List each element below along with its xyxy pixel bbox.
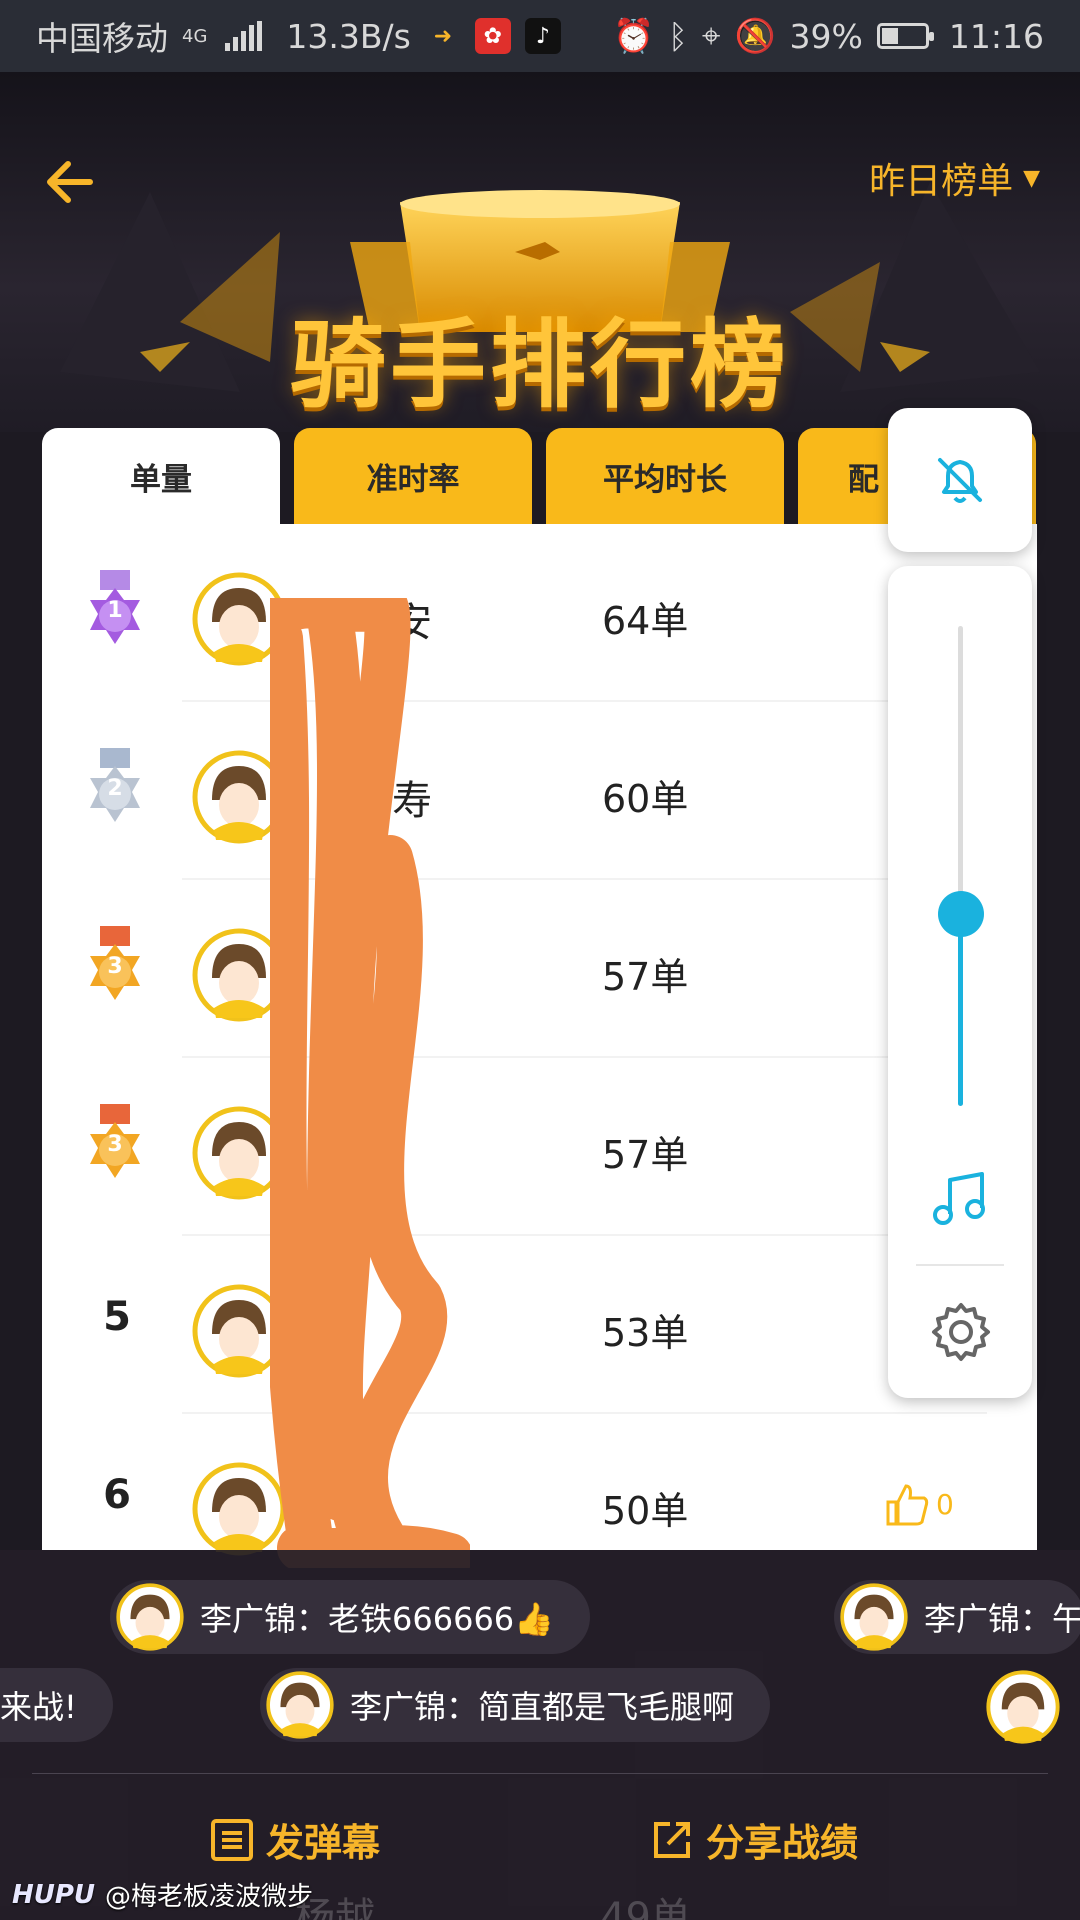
tab-average-duration[interactable]: 平均时长 [546,428,784,524]
danmaku-bubble: 李广锦：老铁666666👍 [110,1580,591,1654]
rank-number: 3 [107,954,123,979]
rank-number: 5 [103,1294,131,1340]
gear-icon[interactable] [928,1299,994,1365]
rider-avatar [192,928,286,1022]
carrier-label: 中国移动 [36,19,168,58]
rider-name: 安 [392,600,432,646]
bottom-divider [32,1773,1048,1774]
rank-number: 2 [107,776,123,801]
music-note-icon[interactable] [928,1166,994,1232]
media-control-panel [888,566,1032,1398]
volume-slider[interactable] [937,626,984,1106]
danmaku-bubble: 李广锦：午 [834,1580,1080,1654]
user-avatar [116,1583,184,1651]
order-count: 57单 [602,1133,689,1177]
page-title: 骑手排行榜 [290,309,790,421]
danmaku-text: 来战! [0,1688,77,1726]
rider-avatar [192,1284,286,1378]
watermark-text: @梅老板凌波微步 [105,1882,314,1912]
danmaku-text: 李广锦：简直都是飞毛腿啊 [350,1688,735,1726]
status-bar: 中国移动 4G 13.3B/s ➜ ✿ ♪ ⏰ ᛒ ⌖ 🔕 39% 11:16 [0,0,1080,72]
user-avatar [840,1583,908,1651]
caret-down-icon: ▼ [1023,165,1040,191]
volume-slider-thumb[interactable] [937,891,984,937]
order-count: 53单 [602,1311,689,1355]
tab-delivery-label: 配 [848,461,879,498]
order-count: 64单 [602,599,689,643]
like-button[interactable]: 0 [882,1474,962,1534]
order-count: 60单 [602,777,689,821]
danmaku-icon [211,1818,253,1861]
network-label: 4G [182,25,208,47]
panel-divider [916,1264,1004,1266]
volume-slider-fill [958,914,963,1106]
rank-period-selector[interactable]: 昨日榜单 ▼ [869,152,1040,204]
food-app-icon: ✿ [474,18,511,54]
rank-number: 3 [107,1132,123,1157]
mute-bell-icon: 🔕 [734,16,776,55]
danmaku-bubble: 李广锦：简直都是飞毛腿啊 [260,1668,771,1742]
rider-avatar [192,1106,286,1200]
share-icon [654,1821,690,1858]
battery-percent: 39% [789,16,863,56]
danmaku-bubble: 来战! [0,1668,113,1742]
location-icon: ⌖ [701,16,721,55]
thumbs-up-icon [886,1484,929,1526]
watermark: HUPU @梅老板凌波微步 [12,1876,313,1913]
bluetooth-icon: ᛒ [668,16,688,56]
share-button[interactable]: 分享战绩 [650,1812,858,1867]
rider-name: 寿 [392,778,432,824]
network-speed: 13.3B/s [286,16,411,56]
ranking-tabs: 单量 准时率 平均时长 配 [42,428,1036,524]
danmaku-text: 李广锦：午 [924,1600,1080,1638]
leaderboard-header: 昨日榜单 ▼ 骑手排行榜 [0,72,1080,432]
user-avatar [266,1671,334,1739]
rank-number: 6 [103,1472,131,1518]
tiktok-icon: ♪ [524,18,561,54]
ghost-order-count: 49单 [600,1895,691,1920]
mute-toggle-button[interactable] [888,408,1032,552]
watermark-logo: HUPU [12,1879,96,1910]
send-danmaku-label: 发弹幕 [266,1821,381,1865]
signal-icon [225,21,263,51]
order-count: 57单 [602,955,689,999]
danmaku-text: 李广锦：老铁666666👍 [200,1600,555,1638]
order-count: 50单 [602,1489,689,1533]
clock: 11:16 [948,16,1044,56]
back-arrow-icon[interactable] [40,152,100,212]
delivery-app-icon: ➜ [433,23,453,49]
like-count: 0 [936,1487,954,1521]
rider-avatar [192,1462,286,1556]
rider-avatar [192,750,286,844]
tab-on-time-rate[interactable]: 准时率 [294,428,532,524]
notification-off-icon [938,458,982,503]
alarm-icon: ⏰ [612,16,655,55]
send-danmaku-button[interactable]: 发弹幕 [210,1812,380,1867]
rank-period-label: 昨日榜单 [869,161,1014,202]
rank-number: 1 [107,598,123,623]
tab-order-count[interactable]: 单量 [42,428,280,524]
rider-avatar [192,572,286,666]
user-avatar [986,1670,1060,1744]
battery-icon [876,23,934,49]
share-label: 分享战绩 [706,1821,859,1865]
